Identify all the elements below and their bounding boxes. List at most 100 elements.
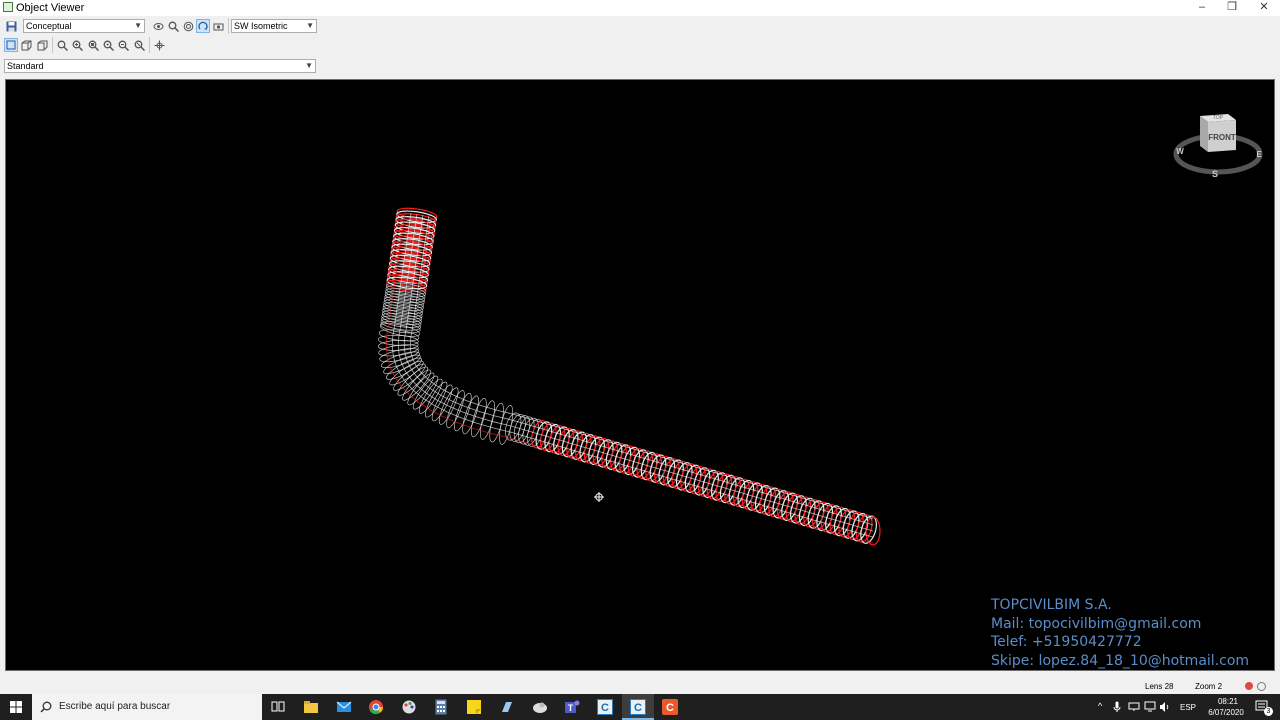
chevron-down-icon: ▼ [306, 21, 314, 30]
title-bar: Object Viewer – ❐ ✕ [0, 0, 1280, 16]
viewcube-side-face[interactable] [1200, 116, 1208, 152]
zoom-in-button[interactable] [70, 38, 84, 52]
viewcube-front-label: FRONT [1208, 133, 1236, 142]
view-preset-value: SW Isometric [234, 21, 288, 31]
tunnel-mesh [377, 207, 881, 546]
task-view-icon[interactable] [270, 699, 286, 715]
chrome-icon[interactable] [368, 699, 384, 715]
zoom-center-button[interactable] [101, 38, 115, 52]
svg-text:C: C [601, 702, 609, 714]
search-icon [40, 701, 52, 713]
microphone-icon[interactable] [1113, 701, 1121, 713]
civil3d-icon[interactable]: C [596, 699, 614, 715]
viewcube[interactable]: FRONT TOP W E S [1173, 114, 1263, 179]
svg-text:T: T [568, 703, 574, 713]
restore-button[interactable]: ❐ [1216, 0, 1248, 16]
view-style-select[interactable]: Standard ▼ [4, 59, 316, 73]
zoom-out-button[interactable] [116, 38, 130, 52]
free-orbit-icon [183, 21, 193, 31]
clock-date[interactable]: 6/07/2020 [1202, 708, 1250, 717]
box-icon [37, 40, 47, 50]
zoom-in-icon [72, 40, 83, 51]
paint-icon[interactable] [401, 699, 417, 715]
magnifier-icon [168, 21, 179, 32]
camera-button[interactable] [211, 19, 225, 33]
tunnel-edge-line [391, 213, 874, 538]
visual-style-select[interactable]: Conceptual ▼ [23, 19, 145, 33]
taskbar: Escribe aquí para buscar T C C C ^ ESP 0… [0, 694, 1280, 720]
perspective-cube-icon [21, 40, 31, 50]
zoom-window-button[interactable] [55, 38, 69, 52]
watermark-skype: Skipe: lopez.84_18_10@hotmail.com [991, 652, 1250, 669]
separator [52, 37, 53, 53]
cube-icon [6, 40, 16, 50]
separator [228, 18, 229, 34]
compass-east-label[interactable]: E [1256, 150, 1262, 159]
start-button[interactable] [0, 694, 32, 720]
view-parallel-button[interactable] [4, 38, 18, 52]
zoom-extents-button[interactable] [86, 38, 100, 52]
view-perspective-button[interactable] [19, 38, 33, 52]
civil3d-active-icon[interactable]: C [629, 699, 647, 715]
chevron-up-icon[interactable]: ^ [1098, 701, 1102, 711]
system-tray: ^ ESP 08:21 6/07/2020 3 [1094, 694, 1280, 720]
save-icon [6, 21, 16, 31]
zoom-all-icon [134, 40, 145, 51]
pan-button[interactable] [152, 38, 166, 52]
network-icon[interactable] [1128, 702, 1140, 712]
continuous-orbit-button[interactable] [196, 19, 210, 33]
status-bar: Lens 28 Zoom 2 [0, 678, 1280, 694]
watermark-contact: TOPCIVILBIM S.A. Mail: topocivilbim@gmai… [991, 596, 1249, 670]
clock-time[interactable]: 08:21 [1212, 697, 1244, 706]
tunnel-edge-line [403, 214, 874, 526]
compass-south-label[interactable]: S [1212, 169, 1218, 179]
calculator-icon[interactable] [433, 699, 449, 715]
separator [149, 37, 150, 53]
orbit-icon [153, 22, 163, 30]
view-preset-select[interactable]: SW Isometric ▼ [231, 19, 317, 33]
chevron-down-icon: ▼ [134, 21, 142, 30]
svg-text:C: C [634, 702, 642, 714]
view-style-value: Standard [7, 61, 44, 71]
save-button[interactable] [4, 19, 18, 33]
free-orbit-button[interactable] [181, 19, 195, 33]
orbit-button[interactable] [151, 19, 165, 33]
pan-cursor-icon [594, 492, 604, 502]
close-button[interactable]: ✕ [1248, 0, 1280, 16]
chevron-down-icon: ▼ [305, 61, 313, 70]
watermark-phone: Telef: +51950427772 [991, 634, 1142, 651]
tunnel-edge-line [385, 212, 874, 544]
app-icon [3, 2, 13, 12]
zoom-center-icon [103, 40, 114, 51]
status-circle-indicator-icon[interactable] [1257, 682, 1266, 691]
zoom-all-button[interactable] [132, 38, 146, 52]
speaker-icon[interactable] [1159, 701, 1171, 713]
file-explorer-icon[interactable] [303, 699, 319, 715]
view-3d-button[interactable] [35, 38, 49, 52]
zoom-readout: Zoom 2 [1195, 682, 1223, 691]
lens-readout: Lens 28 [1145, 682, 1174, 691]
window-title: Object Viewer [16, 2, 85, 14]
teams-icon[interactable]: T [564, 699, 580, 715]
watermark-company: TOPCIVILBIM S.A. [991, 597, 1112, 613]
mail-icon[interactable] [336, 699, 352, 715]
tunnel-model[interactable]: FRONT TOP W E S [6, 80, 1274, 670]
zoom-window-icon [57, 40, 68, 51]
pan-icon [154, 40, 164, 50]
notification-count-badge: 3 [1264, 707, 1273, 716]
status-red-indicator-icon[interactable] [1245, 682, 1253, 690]
camtasia-icon[interactable]: C [662, 699, 678, 715]
zoom-realtime-button[interactable] [166, 19, 180, 33]
compass-west-label[interactable]: W [1176, 147, 1184, 156]
language-indicator[interactable]: ESP [1180, 703, 1196, 712]
toolbar-row-1: Conceptual ▼ SW Isometric ▼ [0, 18, 320, 36]
visual-style-value: Conceptual [26, 21, 72, 31]
3d-viewport[interactable]: FRONT TOP W E S TOPCIVILBIM S.A. Mail: t… [5, 79, 1275, 671]
app-icon-blue[interactable] [499, 699, 515, 715]
display-icon[interactable] [1144, 701, 1156, 713]
taskbar-search[interactable]: Escribe aquí para buscar [32, 694, 262, 720]
sticky-notes-icon[interactable] [466, 699, 482, 715]
app-icon-gray[interactable] [532, 699, 548, 715]
minimize-button[interactable]: – [1186, 0, 1218, 16]
zoom-out-icon [118, 40, 129, 51]
